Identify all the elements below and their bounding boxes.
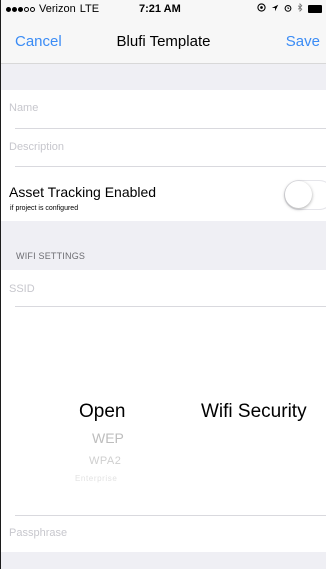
- status-time: 7:21 AM: [139, 3, 181, 15]
- status-left: Verizon LTE: [6, 3, 99, 15]
- divider: [15, 166, 326, 167]
- general-form-section: [1, 90, 326, 221]
- wifi-settings-header: WIFI SETTINGS: [16, 251, 86, 261]
- alarm-icon: [284, 4, 292, 15]
- picker-option-enterprise[interactable]: Enterprise: [75, 474, 117, 483]
- toggle-knob: [285, 181, 312, 208]
- passphrase-field[interactable]: Passphrase: [9, 527, 67, 539]
- direction-icon: [271, 4, 279, 15]
- page-title: Blufi Template: [116, 33, 211, 50]
- picker-option-wpa2[interactable]: WPA2: [89, 455, 121, 467]
- bluetooth-icon: [297, 2, 303, 15]
- divider: [15, 128, 326, 129]
- asset-tracking-label: Asset Tracking Enabled: [9, 184, 157, 200]
- signal-strength-icon: [6, 6, 35, 12]
- app-screen: Verizon LTE 7:21 AM Cancel Blufi Templat…: [0, 0, 326, 569]
- name-field[interactable]: Name: [9, 102, 38, 114]
- location-icon: [257, 3, 266, 15]
- navigation-bar: Cancel Blufi Template Save: [1, 20, 326, 64]
- wifi-security-label: Wifi Security: [201, 401, 307, 422]
- status-icons: [257, 2, 322, 15]
- picker-option-open[interactable]: Open: [79, 401, 125, 423]
- description-field[interactable]: Description: [9, 141, 64, 153]
- asset-tracking-sublabel: if project is configured: [10, 205, 79, 212]
- network-type: LTE: [79, 3, 100, 15]
- asset-tracking-toggle[interactable]: [284, 180, 326, 210]
- battery-icon: [308, 5, 322, 13]
- carrier-name: Verizon: [39, 3, 76, 15]
- status-bar: Verizon LTE 7:21 AM: [1, 0, 326, 20]
- save-button[interactable]: Save: [286, 33, 320, 50]
- divider: [15, 306, 326, 307]
- picker-option-wep[interactable]: WEP: [92, 430, 124, 446]
- ssid-field[interactable]: SSID: [9, 283, 35, 295]
- divider: [15, 515, 326, 516]
